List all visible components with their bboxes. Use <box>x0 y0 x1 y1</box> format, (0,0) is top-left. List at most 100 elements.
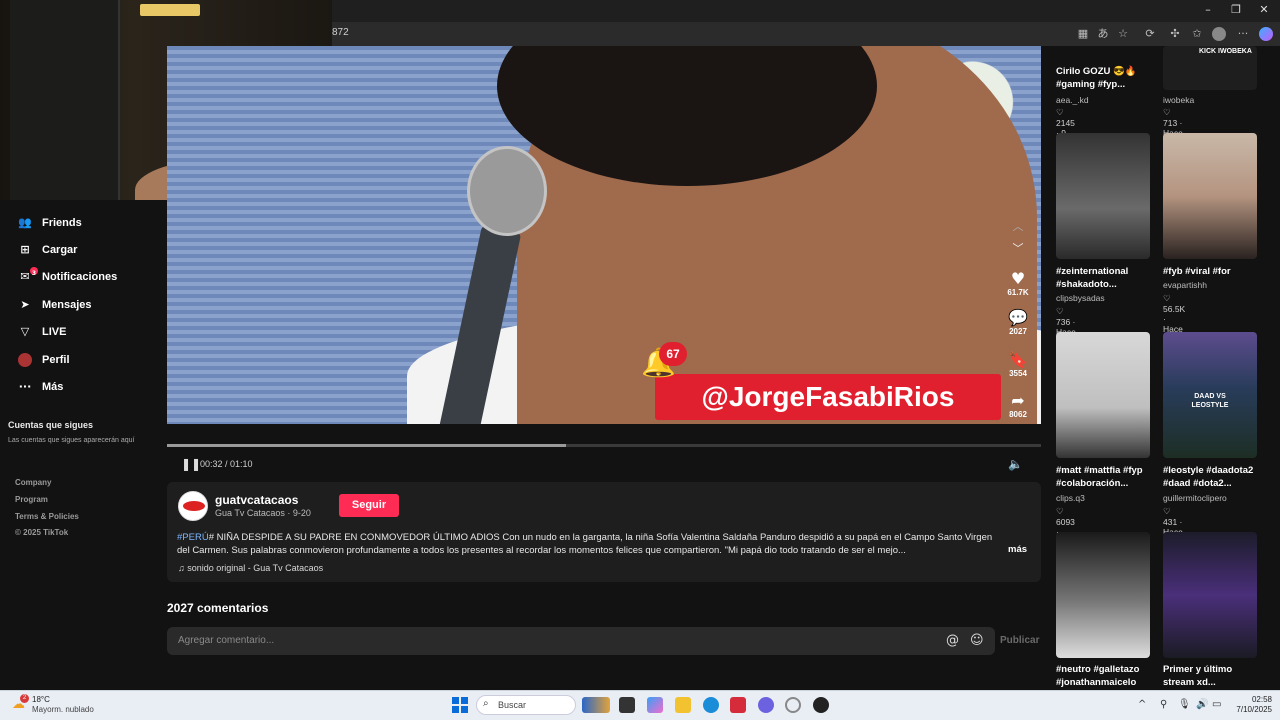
thumb-overlay-text: DAAD VS LEOSTYLE <box>1191 393 1229 409</box>
progress-fill <box>167 444 567 447</box>
sidebar-item-live[interactable]: ▽ LIVE <box>18 322 67 342</box>
post-description: #PERÚ# NIÑA DESPIDE A SU PADRE EN CONMOV… <box>177 531 1007 557</box>
comment-placeholder[interactable]: Agregar comentario... <box>178 635 274 646</box>
save-button[interactable]: 🔖 3554 <box>1003 350 1033 379</box>
translate-icon[interactable]: あ <box>1096 27 1110 41</box>
windows-taskbar <box>0 690 1280 720</box>
related-video-title: #leostyle #daadota2 #daad #dota2... <box>1163 465 1254 489</box>
video-player[interactable]: @JorgeFasabiRios 🔔 67 ︿ ﹀ ♥ 61.7K 💬 2027… <box>167 46 1041 424</box>
comment-icon: 💬 <box>1008 308 1028 327</box>
mic-icon[interactable]: 🎙 <box>1178 699 1191 710</box>
clock-date[interactable]: 7/10/2025 <box>1220 705 1272 714</box>
file-explorer-icon[interactable] <box>675 697 691 713</box>
comment-input[interactable] <box>167 627 995 655</box>
previous-video-button[interactable]: ︿ <box>1003 218 1033 236</box>
upload-icon: ⊞ <box>20 243 30 256</box>
share-icon: ➦ <box>1011 391 1025 410</box>
publish-button[interactable]: Publicar <box>1000 635 1039 646</box>
grid-icon[interactable]: ▦ <box>1076 27 1090 41</box>
related-video-title: Cirilo GOZU 😎🔥 #gaming #fyp... <box>1056 66 1137 90</box>
hashtag-link[interactable]: #PERÚ <box>177 532 209 543</box>
related-video-thumbnail <box>1056 133 1150 259</box>
chevron-down-icon: ﹀ <box>1012 242 1024 255</box>
more-link[interactable]: más <box>1008 544 1027 555</box>
related-video-thumbnail <box>1163 133 1257 259</box>
sidebar-item-profile[interactable]: Perfil <box>18 350 70 370</box>
url-text[interactable]: 872 <box>332 27 349 38</box>
puzzle-icon[interactable]: ✣ <box>1168 27 1182 41</box>
comments-count: 2027 comentarios <box>167 601 269 615</box>
bell-icon: ✉ 3 <box>18 267 38 284</box>
sidebar-item-notifications[interactable]: ✉ 3 Notificaciones <box>18 267 117 287</box>
author-name[interactable]: guatvcatacaos <box>215 493 298 507</box>
task-view-icon[interactable] <box>619 697 635 713</box>
sidebar-item-label: Mensajes <box>42 299 92 311</box>
footer-copyright: © 2025 TikTok <box>15 528 69 537</box>
more-icon[interactable]: ··· <box>1236 27 1250 41</box>
sidebar-item-label: LIVE <box>42 326 67 338</box>
app-icon[interactable] <box>813 697 829 713</box>
microphone-icon <box>467 146 547 236</box>
clock-time[interactable]: 02:58 <box>1220 695 1272 704</box>
mention-icon[interactable]: @ <box>946 633 959 648</box>
copilot-icon[interactable] <box>1259 27 1273 41</box>
related-video-title: #zeinternational #shakadoto... <box>1056 266 1129 290</box>
footer-link-company[interactable]: Company <box>15 478 51 487</box>
weather-desc[interactable]: Mayorm. nublado <box>32 705 94 714</box>
chevron-up-icon[interactable]: ^ <box>1138 699 1146 710</box>
share-count: 8062 <box>1009 410 1027 419</box>
widgets-app-icon[interactable] <box>582 697 610 713</box>
sidebar-item-messages[interactable]: ➤ Mensajes <box>18 295 92 315</box>
next-video-button[interactable]: ﹀ <box>1003 240 1033 258</box>
profile-icon[interactable] <box>1212 27 1226 41</box>
notification-badge: 3 <box>30 267 38 277</box>
close-icon[interactable]: ✕ <box>1254 3 1274 19</box>
minimize-icon[interactable]: – <box>1198 3 1218 19</box>
related-video-thumbnail: KICK IWOBEKA <box>1163 46 1257 90</box>
emoji-icon[interactable]: ☺ <box>970 633 984 648</box>
follow-button[interactable]: Seguir <box>339 494 399 517</box>
related-video-title: Primer y último stream xd... <box>1163 664 1233 688</box>
obs-icon[interactable] <box>785 697 801 713</box>
related-videos-panel: Cirilo GOZU 😎🔥 #gaming #fyp... ♡ 2145 · … <box>1042 46 1280 690</box>
taskbar-search-label[interactable]: Buscar <box>498 700 526 710</box>
wps-icon[interactable] <box>730 697 746 713</box>
weather-temp[interactable]: 18°C <box>32 695 50 704</box>
sidebar-item-upload[interactable]: ⊞ Cargar <box>18 240 77 260</box>
sidebar-item-friends[interactable]: 👥 Friends <box>18 213 82 233</box>
volume-icon[interactable]: 🔊 <box>1196 699 1208 710</box>
volume-icon[interactable]: 🔈 <box>1008 457 1023 471</box>
sidebar-item-more[interactable]: ··· Más <box>18 377 64 397</box>
comment-button[interactable]: 💬 2027 <box>1003 308 1033 337</box>
time-display: 00:32 / 01:10 <box>200 459 253 469</box>
sidebar-item-label: Perfil <box>42 354 70 366</box>
sound-link[interactable]: ♫ sonido original - Gua Tv Catacaos <box>178 563 323 573</box>
share-button[interactable]: ➦ 8062 <box>1003 391 1033 420</box>
following-title: Cuentas que sigues <box>8 420 94 430</box>
chevron-up-icon: ︿ <box>1012 220 1024 233</box>
maximize-icon[interactable]: ❐ <box>1226 3 1246 19</box>
edge-icon[interactable] <box>703 697 719 713</box>
avatar[interactable] <box>178 491 208 521</box>
pause-icon[interactable]: ❚❚ <box>181 457 201 471</box>
related-video-title: #matt #mattfia #fyp #colaboración... <box>1056 465 1143 489</box>
channel-logo <box>183 501 205 511</box>
description-text: # NIÑA DESPIDE A SU PADRE EN CONMOVEDOR … <box>177 532 993 556</box>
comment-count: 2027 <box>1009 327 1027 336</box>
related-video-thumbnail <box>1056 532 1150 658</box>
extension-icon[interactable]: ⟳ <box>1143 27 1157 41</box>
location-icon[interactable]: ⚲ <box>1160 699 1167 710</box>
footer-link-terms[interactable]: Terms & Policies <box>15 512 79 521</box>
live-icon: ▽ <box>20 325 30 338</box>
favorites-icon[interactable]: ✩ <box>1190 27 1204 41</box>
bookmark-icon: 🔖 <box>1008 350 1028 369</box>
related-video-thumbnail <box>1163 532 1257 658</box>
profile-icon <box>18 353 32 367</box>
windows-start-icon[interactable] <box>452 697 468 713</box>
copilot-app-icon[interactable] <box>647 697 663 713</box>
star-icon[interactable]: ☆ <box>1116 27 1130 41</box>
more-icon: ··· <box>18 380 32 393</box>
discord-icon[interactable] <box>758 697 774 713</box>
like-button[interactable]: ♥ 61.7K <box>1003 270 1033 298</box>
footer-link-program[interactable]: Program <box>15 495 48 504</box>
